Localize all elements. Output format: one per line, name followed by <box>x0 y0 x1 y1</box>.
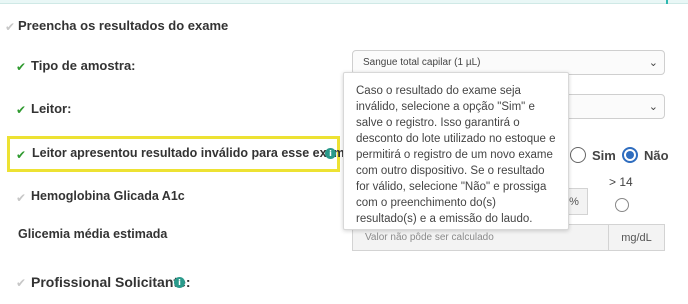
top-border-accent <box>666 0 668 4</box>
section-title: Preencha os resultados do exame <box>18 18 229 33</box>
reader-label: Leitor: <box>31 101 72 116</box>
check-icon: ✔ <box>16 103 27 117</box>
tooltip-text: Caso o resultado do exame seja inválido,… <box>356 85 556 225</box>
hba1c-label: Hemoglobina Glicada A1c <box>31 189 185 203</box>
check-icon: ✔ <box>16 148 27 162</box>
chevron-down-icon: ⌄ <box>648 100 658 113</box>
check-icon: ✔ <box>5 20 16 34</box>
radio-yes-label[interactable]: Sim <box>592 148 616 163</box>
requesting-professional-label: Profissional Solicitante: <box>31 274 191 290</box>
top-border <box>0 0 688 4</box>
radio-no-label[interactable]: Não <box>644 148 669 163</box>
range-option-label: > 14 <box>609 175 633 189</box>
sample-type-value: Sangue total capilar (1 µL) <box>363 57 481 68</box>
estimated-glucose-label: Glicemia média estimada <box>18 227 168 241</box>
info-icon[interactable]: i <box>174 277 185 288</box>
chevron-down-icon: ⌄ <box>648 56 658 69</box>
range-option-radio[interactable] <box>615 198 629 212</box>
info-icon[interactable]: i <box>325 148 336 159</box>
check-icon: ✔ <box>16 191 27 205</box>
radio-no[interactable] <box>622 147 638 163</box>
sample-type-label: Tipo de amostra: <box>31 58 136 73</box>
invalid-result-label: Leitor apresentou resultado inválido par… <box>32 146 360 160</box>
radio-yes[interactable] <box>570 147 586 163</box>
check-icon: ✔ <box>16 276 27 290</box>
check-icon: ✔ <box>16 60 27 74</box>
estimated-glucose-unit: mg/dL <box>608 224 665 251</box>
info-tooltip: Caso o resultado do exame seja inválido,… <box>343 72 569 230</box>
